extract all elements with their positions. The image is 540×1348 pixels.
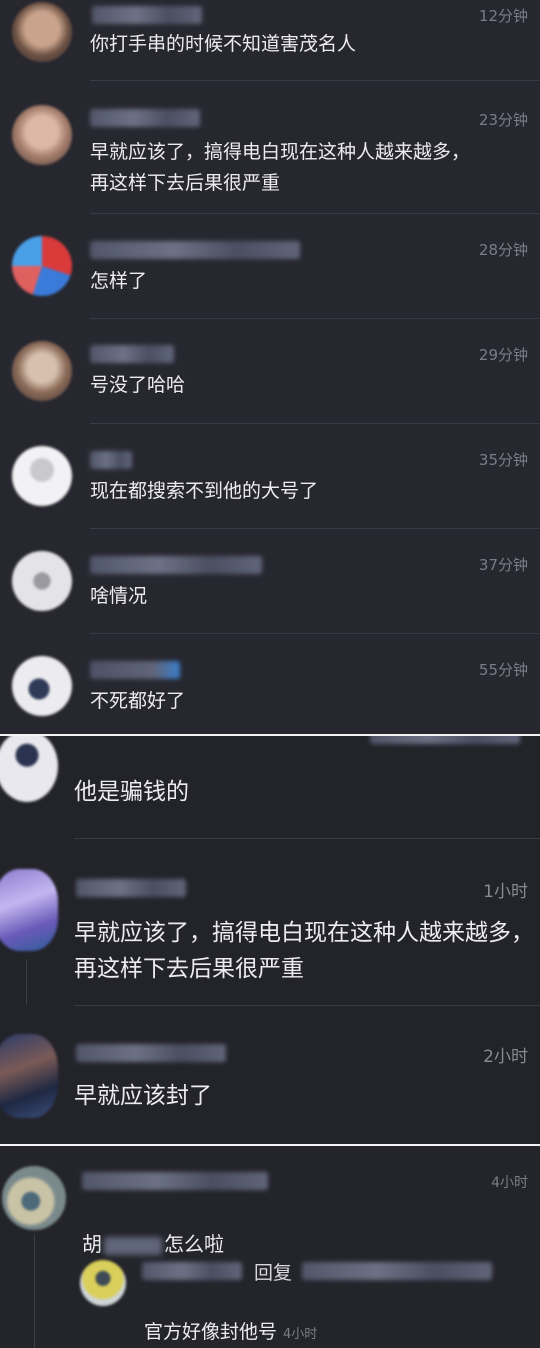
- comment-item[interactable]: 4小时 胡怎么啦: [0, 1146, 540, 1256]
- reply-item[interactable]: 回复 官方好像封他号 4小时: [0, 1246, 540, 1348]
- comment-text: 现在都搜索不到他的大号了: [90, 480, 319, 502]
- avatar[interactable]: [0, 736, 58, 802]
- comment-item[interactable]: 2小时 早就应该封了: [0, 1006, 540, 1144]
- thread-line: [26, 959, 27, 1005]
- comment-time: 35分钟: [478, 451, 528, 469]
- comment-time: 37分钟: [478, 556, 528, 574]
- comment-item[interactable]: 1小时 早就应该了，搞得电白现在这种人越来越多， 再这样下去后果很严重: [0, 839, 540, 1006]
- comment-panel-2: 他是骗钱的 1小时 早就应该了，搞得电白现在这种人越来越多， 再这样下去后果很严…: [0, 736, 540, 1144]
- comment-item[interactable]: 23分钟 早就应该了，搞得电白现在这种人越来越多， 再这样下去后果很严重: [0, 81, 540, 214]
- comment-item[interactable]: 55分钟 不死都好了: [0, 634, 540, 734]
- avatar[interactable]: [12, 551, 72, 611]
- username-blurred[interactable]: [76, 879, 186, 897]
- avatar[interactable]: [12, 236, 72, 296]
- avatar[interactable]: [12, 105, 72, 165]
- username-blurred[interactable]: [92, 6, 202, 24]
- reply-time: 4小时: [283, 1327, 318, 1342]
- username-blurred[interactable]: [370, 736, 520, 744]
- avatar[interactable]: [12, 341, 72, 401]
- comment-item[interactable]: 28分钟 怎样了: [0, 214, 540, 319]
- comment-text: 他是骗钱的: [74, 779, 189, 805]
- reply-target-username-blurred[interactable]: [302, 1262, 492, 1280]
- comment-time: 23分钟: [478, 111, 528, 129]
- avatar[interactable]: [12, 656, 72, 716]
- username-blurred[interactable]: [90, 556, 262, 574]
- username-blurred[interactable]: [142, 1262, 242, 1280]
- avatar[interactable]: [80, 1260, 126, 1306]
- comment-panel-3: 4小时 胡怎么啦 回复 官方好像封他号 4小时: [0, 1146, 540, 1348]
- comment-time: 4小时: [491, 1175, 528, 1191]
- avatar[interactable]: [0, 869, 58, 951]
- comment-panel-1: 12分钟 你打手串的时候不知道害茂名人 23分钟 早就应该了，搞得电白现在这种人…: [0, 0, 540, 734]
- reply-text-line: 官方好像封他号 4小时: [144, 1286, 317, 1348]
- username-blurred[interactable]: [90, 241, 300, 259]
- comment-time: 29分钟: [478, 346, 528, 364]
- comment-item[interactable]: 29分钟 号没了哈哈: [0, 319, 540, 424]
- comment-text: 号没了哈哈: [90, 374, 186, 396]
- comment-text: 不死都好了: [90, 690, 186, 712]
- comment-item[interactable]: 35分钟 现在都搜索不到他的大号了: [0, 424, 540, 529]
- comment-time: 55分钟: [478, 661, 528, 679]
- avatar[interactable]: [12, 446, 72, 506]
- username-blurred[interactable]: [82, 1172, 268, 1190]
- username-blurred[interactable]: [76, 1044, 226, 1062]
- comment-text: 早就应该封了: [74, 1083, 212, 1109]
- comment-text: 你打手串的时候不知道害茂名人: [90, 33, 357, 55]
- comment-time: 2小时: [483, 1047, 528, 1067]
- reply-label: 回复: [254, 1262, 293, 1284]
- comment-time: 1小时: [483, 882, 528, 902]
- comment-text: 早就应该了，搞得电白现在这种人越来越多， 再这样下去后果很严重: [90, 141, 471, 194]
- avatar[interactable]: [2, 1166, 66, 1230]
- username-blurred[interactable]: [90, 109, 200, 127]
- reply-text: 官方好像封他号: [144, 1321, 278, 1343]
- comment-item[interactable]: 37分钟 啥情况: [0, 529, 540, 634]
- username-blurred[interactable]: [90, 345, 174, 363]
- username-blurred[interactable]: [90, 661, 180, 679]
- comment-time: 28分钟: [478, 241, 528, 259]
- avatar[interactable]: [0, 1034, 58, 1118]
- comment-item[interactable]: 12分钟 你打手串的时候不知道害茂名人: [0, 0, 540, 81]
- comment-item[interactable]: 他是骗钱的: [0, 736, 540, 839]
- username-blurred[interactable]: [90, 451, 132, 469]
- comment-time: 12分钟: [478, 7, 528, 25]
- comment-text: 怎样了: [90, 270, 148, 292]
- avatar[interactable]: [12, 2, 72, 62]
- comment-text: 啥情况: [90, 585, 148, 607]
- comment-text: 早就应该了，搞得电白现在这种人越来越多， 再这样下去后果很严重: [74, 920, 534, 982]
